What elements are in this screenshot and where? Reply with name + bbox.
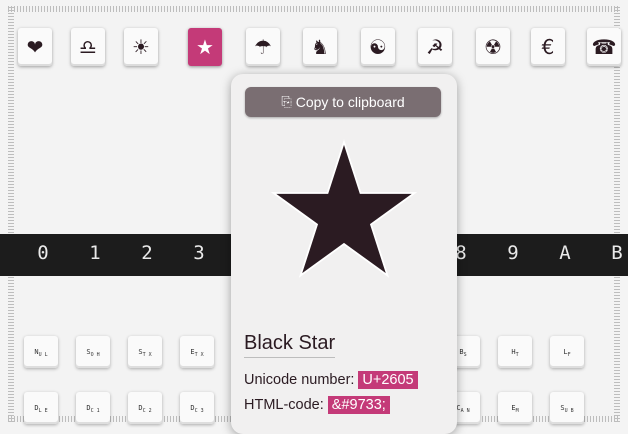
copy-to-clipboard-button[interactable]: ⎘ Copy to clipboard xyxy=(245,87,441,117)
key-dle[interactable]: DL E xyxy=(24,392,58,424)
black-star-icon[interactable]: ★ xyxy=(188,28,222,66)
key-sub-letters: A N xyxy=(460,408,470,414)
copy-button-label: Copy to clipboard xyxy=(295,94,405,110)
yin-yang-icon[interactable]: ☯ xyxy=(361,28,395,66)
key-sub-letters: S xyxy=(463,352,467,358)
hex-column-label: 9 xyxy=(507,242,519,264)
key-soh[interactable]: SO H xyxy=(76,336,110,368)
hex-column-label: 1 xyxy=(89,242,101,264)
key-sub-letters: C 3 xyxy=(194,408,204,414)
knight-icon[interactable]: ♞ xyxy=(303,28,337,66)
key-sub[interactable]: SU B xyxy=(550,392,584,424)
key-sub-letters: C 1 xyxy=(90,408,100,414)
key-sub-letters: L E xyxy=(38,408,48,414)
key-ht[interactable]: HT xyxy=(498,336,532,368)
key-sub-letters: C 2 xyxy=(142,408,152,414)
hex-column-label: 3 xyxy=(193,242,205,264)
unicode-number-label: Unicode number: xyxy=(244,372,355,388)
copy-icon: ⎘ xyxy=(281,94,292,109)
sun-icon[interactable]: ☀ xyxy=(124,28,158,66)
telephone-icon[interactable]: ☎ xyxy=(587,28,621,66)
hammer-sickle-icon[interactable]: ☭ xyxy=(418,28,452,66)
html-code-line: HTML-code: &#9733; xyxy=(244,396,390,414)
hex-column-label: 2 xyxy=(141,242,153,264)
key-sub-letters: T xyxy=(515,352,519,358)
character-popup: ⎘ Copy to clipboard Black Star Unicode n… xyxy=(231,74,457,434)
key-dc1[interactable]: DC 1 xyxy=(76,392,110,424)
key-stx[interactable]: ST X xyxy=(128,336,162,368)
heart-icon[interactable]: ❤ xyxy=(18,28,52,66)
euro-icon[interactable]: € xyxy=(531,28,565,66)
key-sub-letters: T X xyxy=(194,352,204,358)
key-dc3[interactable]: DC 3 xyxy=(180,392,214,424)
hex-column-label: A xyxy=(559,242,571,264)
key-sub-letters: O H xyxy=(90,352,100,358)
key-lf[interactable]: LF xyxy=(550,336,584,368)
key-sub-letters: M xyxy=(515,408,519,414)
hex-column-label: B xyxy=(611,242,623,264)
hex-column-label: 0 xyxy=(37,242,49,264)
key-etx[interactable]: ET X xyxy=(180,336,214,368)
unicode-number-value[interactable]: U+2605 xyxy=(358,371,418,389)
radioactive-icon[interactable]: ☢ xyxy=(476,28,510,66)
umbrella-icon[interactable]: ☂ xyxy=(246,28,280,66)
libra-icon[interactable]: ♎ xyxy=(71,28,105,66)
key-em[interactable]: EM xyxy=(498,392,532,424)
key-dc2[interactable]: DC 2 xyxy=(128,392,162,424)
key-sub-letters: T X xyxy=(142,352,152,358)
key-nul[interactable]: NU L xyxy=(24,336,58,368)
key-sub-letters: F xyxy=(567,352,571,358)
html-code-value[interactable]: &#9733; xyxy=(327,396,390,414)
unicode-number-line: Unicode number: U+2605 xyxy=(244,371,418,389)
html-code-label: HTML-code: xyxy=(244,397,324,413)
key-sub-letters: U L xyxy=(38,352,48,358)
black-star-preview xyxy=(270,139,418,278)
key-sub-letters: U B xyxy=(564,408,574,414)
character-name: Black Star xyxy=(244,332,336,358)
